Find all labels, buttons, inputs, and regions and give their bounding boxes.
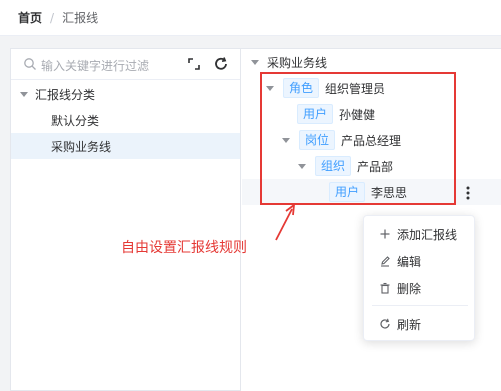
expand-all-icon[interactable] — [187, 57, 201, 71]
tree-item-procurement-line[interactable]: 采购业务线 — [11, 133, 240, 159]
menu-item-label: 编辑 — [397, 254, 422, 269]
menu-item-label: 添加汇报线 — [397, 227, 458, 242]
caret-down-icon[interactable] — [251, 59, 259, 65]
search-input[interactable]: 输入关键字进行过滤 — [11, 49, 240, 80]
refresh-icon[interactable] — [213, 56, 229, 72]
menu-item-edit[interactable]: 编辑 — [364, 248, 476, 274]
breadcrumb-separator: / — [50, 10, 55, 25]
tree-item-report-line-category[interactable]: 汇报线分类 — [11, 81, 240, 107]
menu-item-delete[interactable]: 删除 — [364, 275, 476, 301]
breadcrumb-current: 汇报线 — [62, 11, 99, 25]
menu-divider — [372, 305, 468, 306]
tree-item-label: 汇报线分类 — [35, 87, 96, 102]
breadcrumb-home[interactable]: 首页 — [18, 9, 42, 26]
tree-root-label: 采购业务线 — [267, 55, 328, 70]
tree-item-label: 采购业务线 — [51, 139, 112, 154]
annotation-arrow-icon — [275, 203, 296, 241]
menu-item-refresh[interactable]: 刷新 — [364, 311, 476, 337]
breadcrumb: 首页 / 汇报线 — [0, 0, 501, 36]
highlight-box — [260, 72, 456, 205]
refresh-icon — [380, 318, 390, 329]
tree-root[interactable]: 采购业务线 — [251, 50, 327, 74]
tree-item-label: 默认分类 — [51, 113, 100, 128]
annotation-text: 自由设置汇报线规则 — [121, 240, 247, 256]
search-placeholder: 输入关键字进行过滤 — [41, 59, 150, 73]
edit-icon — [381, 256, 390, 267]
tree-item-default-category[interactable]: 默认分类 — [11, 107, 240, 133]
context-menu: 添加汇报线 编辑 删除 刷新 — [363, 215, 475, 341]
category-tree-panel: 输入关键字进行过滤 汇报线分类 默认分类 采购业务线 — [10, 48, 240, 391]
plus-icon — [380, 229, 390, 239]
caret-down-icon[interactable] — [20, 91, 28, 97]
menu-item-label: 删除 — [397, 281, 422, 296]
trash-icon — [380, 282, 390, 294]
search-icon — [24, 58, 36, 70]
menu-item-add-report-line[interactable]: 添加汇报线 — [364, 221, 476, 247]
menu-item-label: 刷新 — [397, 317, 422, 332]
more-vertical-icon[interactable] — [465, 185, 471, 201]
